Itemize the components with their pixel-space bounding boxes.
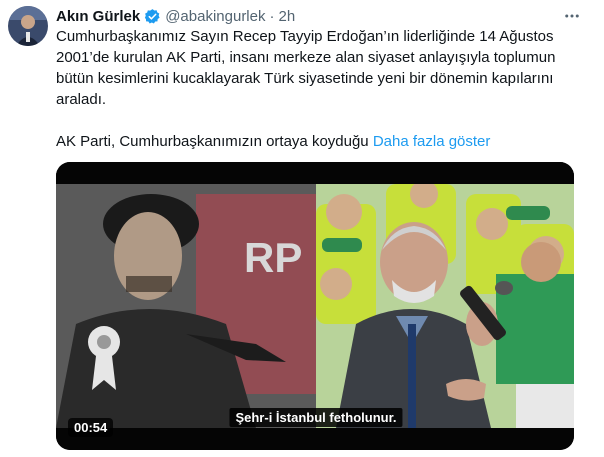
separator-dot: · (269, 7, 275, 25)
video-frame-speech (316, 184, 574, 428)
tweet-header: Akın Gürlek @abakingurlek · 2h (56, 6, 295, 26)
tweet[interactable]: Akın Gürlek @abakingurlek · 2h Cumhurbaş… (0, 0, 604, 457)
video-subtitle: Şehr-i İstanbul fetholunur. (229, 408, 403, 427)
author-handle[interactable]: @abakingurlek (165, 8, 265, 25)
letterbox-top (56, 162, 574, 184)
avatar[interactable] (8, 6, 48, 46)
video-duration-badge[interactable]: 00:54 (68, 418, 114, 437)
verified-badge-icon (144, 8, 161, 25)
video-frame-archive: RP (56, 184, 316, 428)
more-dots-icon[interactable] (562, 6, 582, 26)
video-player[interactable]: RP Şehr-i İstanbul fetholunur. 00:54 (56, 162, 574, 450)
timestamp[interactable]: 2h (279, 8, 296, 25)
tweet-paragraph-2: AK Parti, Cumhurbaşkanımızın ortaya koyd… (56, 131, 576, 152)
letterbox-bottom (56, 428, 574, 450)
tweet-paragraph-1: Cumhurbaşkanımız Sayın Recep Tayyip Erdo… (56, 28, 556, 108)
poster-rp-text: RP (244, 234, 302, 281)
show-more-link[interactable]: Daha fazla göster (373, 133, 491, 150)
tweet-text: Cumhurbaşkanımız Sayın Recep Tayyip Erdo… (56, 26, 576, 152)
tweet-paragraph-2-text: AK Parti, Cumhurbaşkanımızın ortaya koyd… (56, 133, 369, 150)
author-name[interactable]: Akın Gürlek (56, 8, 140, 25)
